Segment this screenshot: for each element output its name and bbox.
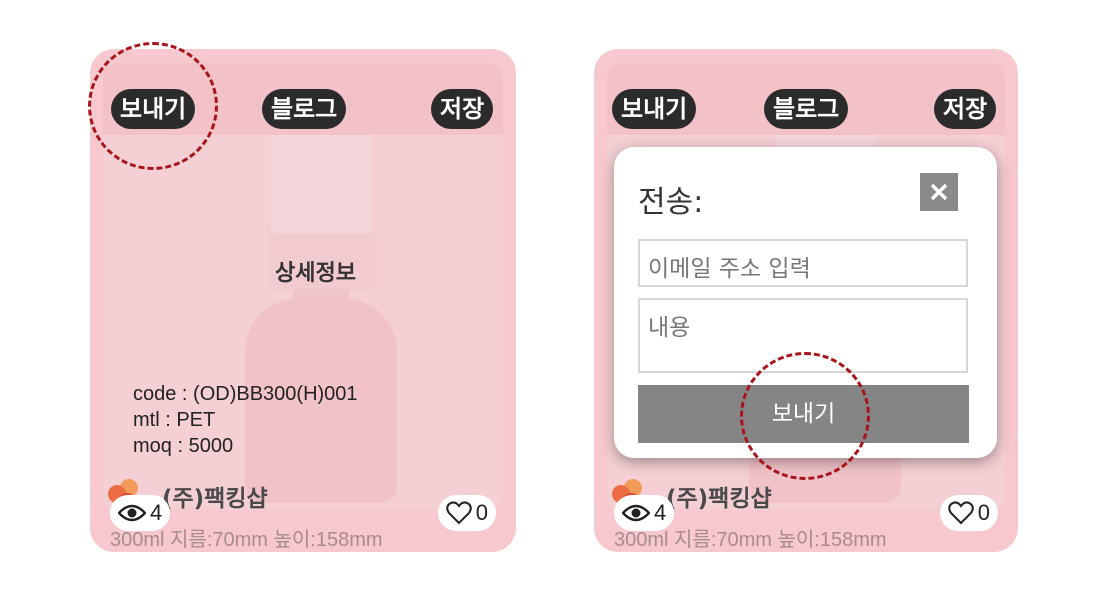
email-field[interactable]: 이메일 주소 입력 (638, 239, 968, 287)
like-button[interactable]: 0 (437, 495, 496, 531)
close-button[interactable] (920, 173, 958, 211)
eye-icon (118, 504, 146, 522)
blog-button[interactable]: 블로그 (764, 89, 849, 129)
like-count: 0 (475, 500, 488, 525)
company-name[interactable]: (주)팩킹샵 (666, 479, 772, 513)
spec-code: code : (OD)BB300(H)001 (133, 383, 358, 405)
blog-button[interactable]: 블로그 (262, 89, 347, 129)
highlight-circle (740, 352, 870, 480)
like-button[interactable]: 0 (939, 495, 998, 531)
detail-label[interactable]: 상세정보 (275, 255, 356, 287)
heart-icon (446, 501, 472, 525)
save-button[interactable]: 저장 (431, 89, 494, 129)
save-button[interactable]: 저장 (934, 89, 997, 129)
modal-title: 전송: (638, 185, 704, 220)
like-count: 0 (977, 500, 990, 525)
dimensions: 300ml 지름:70mm 높이:158mm (614, 529, 887, 551)
company-name[interactable]: (주)팩킹샵 (162, 479, 268, 513)
highlight-circle (88, 42, 218, 170)
send-button[interactable]: 보내기 (612, 89, 697, 129)
eye-icon (622, 504, 650, 522)
bottle-image (245, 123, 397, 503)
heart-icon (948, 501, 974, 525)
spec-material: mtl : PET (133, 409, 216, 431)
spec-moq: moq : 5000 (133, 435, 234, 457)
close-icon (930, 183, 948, 201)
dimensions: 300ml 지름:70mm 높이:158mm (110, 529, 383, 551)
